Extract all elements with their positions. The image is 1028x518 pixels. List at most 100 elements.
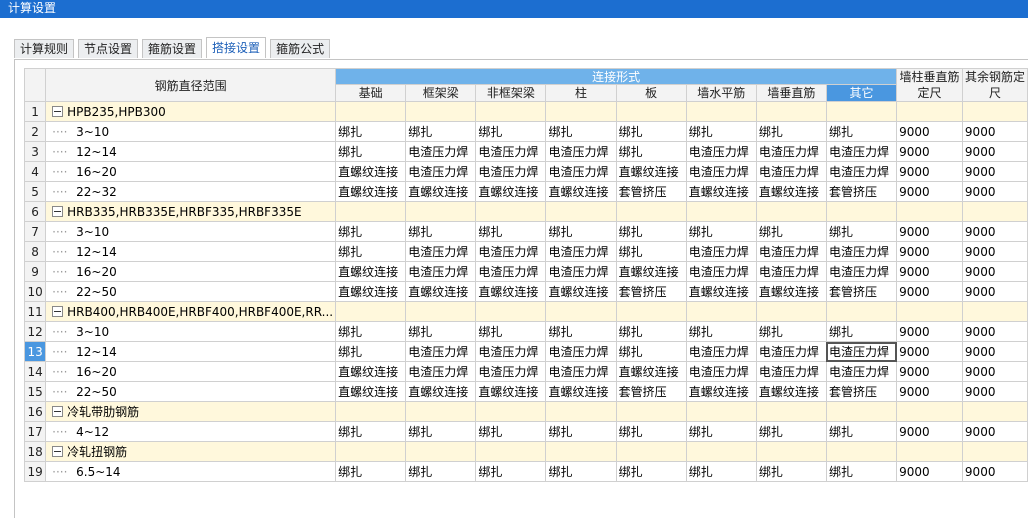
wall-length-cell[interactable]: 9000 xyxy=(896,281,963,302)
wall-length-cell[interactable]: 9000 xyxy=(896,181,963,202)
connection-cell[interactable] xyxy=(825,301,898,322)
connection-cell[interactable] xyxy=(335,301,407,322)
connection-cell[interactable] xyxy=(475,441,547,462)
connection-cell[interactable]: 直螺纹连接 xyxy=(405,381,477,402)
connection-cell[interactable]: 直螺纹连接 xyxy=(615,361,687,382)
table-row[interactable]: 13 ···· 12~14 绑扎 电渣压力焊 电渣压力焊 电渣压力焊 绑扎 电渣压力焊 电渣压力焊… xyxy=(24,341,1028,362)
connection-cell[interactable]: 电渣压力焊 xyxy=(405,241,477,262)
connection-cell[interactable]: 电渣压力焊 xyxy=(685,361,757,382)
connection-cell[interactable]: 绑扎 xyxy=(615,461,687,482)
group-row[interactable]: 1 HPB235,HPB300 xyxy=(24,101,1028,122)
connection-cell[interactable]: 绑扎 xyxy=(615,141,687,162)
connection-cell[interactable]: 绑扎 xyxy=(475,421,547,442)
diameter-range-cell[interactable]: ···· 16~20 xyxy=(45,361,337,382)
header-other-length[interactable]: 其余钢筋定尺 xyxy=(961,68,1028,102)
diameter-range-cell[interactable]: ···· 3~10 xyxy=(45,321,337,342)
connection-cell[interactable]: 电渣压力焊 xyxy=(825,141,898,162)
connection-cell[interactable]: 电渣压力焊 xyxy=(405,141,477,162)
row-number[interactable]: 11 xyxy=(24,301,47,322)
wall-length-cell[interactable]: 9000 xyxy=(896,421,963,442)
connection-cell[interactable]: 绑扎 xyxy=(825,421,898,442)
connection-cell[interactable]: 电渣压力焊 xyxy=(405,161,477,182)
group-row[interactable]: 16 冷轧带肋钢筋 xyxy=(24,401,1028,422)
other-length-cell[interactable] xyxy=(961,441,1028,462)
connection-cell[interactable]: 电渣压力焊 xyxy=(755,361,827,382)
connection-cell[interactable]: 电渣压力焊 xyxy=(475,241,547,262)
connection-cell[interactable]: 电渣压力焊 xyxy=(545,141,617,162)
wall-length-cell[interactable]: 9000 xyxy=(896,361,963,382)
connection-cell[interactable]: 电渣压力焊 xyxy=(545,361,617,382)
connection-cell[interactable] xyxy=(825,401,898,422)
header-wall-column-length[interactable]: 墙柱垂直筋定尺 xyxy=(896,68,963,102)
connection-cell[interactable]: 绑扎 xyxy=(335,341,407,362)
connection-cell[interactable] xyxy=(615,101,687,122)
wall-length-cell[interactable] xyxy=(896,301,963,322)
collapse-icon[interactable] xyxy=(52,446,64,457)
connection-cell[interactable]: 直螺纹连接 xyxy=(615,261,687,282)
connection-cell[interactable] xyxy=(405,441,477,462)
connection-cell[interactable]: 绑扎 xyxy=(825,221,898,242)
connection-cell[interactable] xyxy=(685,301,757,322)
connection-cell[interactable]: 绑扎 xyxy=(335,421,407,442)
connection-cell[interactable]: 直螺纹连接 xyxy=(335,381,407,402)
other-length-cell[interactable] xyxy=(961,101,1028,122)
connection-cell[interactable] xyxy=(545,301,617,322)
connection-cell[interactable]: 电渣压力焊 xyxy=(685,141,757,162)
connection-cell[interactable]: 绑扎 xyxy=(615,321,687,342)
connection-cell[interactable]: 绑扎 xyxy=(475,461,547,482)
other-length-cell[interactable]: 9000 xyxy=(961,121,1028,142)
table-row[interactable]: 8 ···· 12~14 绑扎 电渣压力焊 电渣压力焊 电渣压力焊 绑扎 电渣压力焊 电渣压力焊电… xyxy=(24,241,1028,262)
table-row[interactable]: 14 ···· 16~20 直螺纹连接 电渣压力焊 电渣压力焊 电渣压力焊 直螺纹连接 电渣压力… xyxy=(24,361,1028,382)
other-length-cell[interactable]: 9000 xyxy=(961,261,1028,282)
connection-cell[interactable]: 绑扎 xyxy=(685,421,757,442)
collapse-icon[interactable] xyxy=(52,305,64,317)
connection-cell[interactable] xyxy=(405,401,477,422)
other-length-cell[interactable]: 9000 xyxy=(961,141,1028,162)
row-number[interactable]: 9 xyxy=(24,261,47,282)
wall-length-cell[interactable]: 9000 xyxy=(896,141,963,162)
other-length-cell[interactable]: 9000 xyxy=(961,241,1028,262)
row-number[interactable]: 4 xyxy=(24,161,47,182)
connection-cell[interactable]: 电渣压力焊 xyxy=(545,241,617,262)
grade-group-cell[interactable]: HRB335,HRB335E,HRBF335,HRBF335E xyxy=(45,201,337,222)
row-number[interactable]: 3 xyxy=(24,141,47,162)
table-row[interactable]: 10 ···· 22~50 直螺纹连接 直螺纹连接 直螺纹连接 直螺纹连接 套管挤压 直螺纹连接… xyxy=(24,281,1028,302)
wall-length-cell[interactable]: 9000 xyxy=(896,341,963,362)
connection-cell[interactable] xyxy=(405,301,477,322)
connection-cell[interactable]: 绑扎 xyxy=(475,121,547,142)
connection-cell[interactable]: 电渣压力焊 xyxy=(475,341,547,362)
wall-length-cell[interactable]: 9000 xyxy=(896,261,963,282)
diameter-range-cell[interactable]: ···· 22~50 xyxy=(45,381,337,402)
connection-cell[interactable]: 电渣压力焊 xyxy=(545,341,617,362)
group-row[interactable]: 11 HRB400,HRB400E,HRBF400,HRBF400E,RR... xyxy=(24,301,1028,322)
diameter-range-cell[interactable]: ···· 12~14 xyxy=(45,141,337,162)
connection-cell[interactable]: 电渣压力焊 xyxy=(825,161,898,182)
connection-cell[interactable]: 电渣压力焊 xyxy=(685,161,757,182)
connection-cell[interactable]: 电渣压力焊 xyxy=(755,341,827,362)
connection-cell[interactable]: 直螺纹连接 xyxy=(545,281,617,302)
connection-cell[interactable]: 电渣压力焊 xyxy=(405,261,477,282)
connection-cell[interactable]: 绑扎 xyxy=(755,221,827,242)
wall-length-cell[interactable]: 9000 xyxy=(896,321,963,342)
connection-cell[interactable]: 电渣压力焊 xyxy=(755,241,827,262)
table-row[interactable]: 9 ···· 16~20 直螺纹连接 电渣压力焊 电渣压力焊 电渣压力焊 直螺纹连接 电渣压力焊… xyxy=(24,261,1028,282)
row-number[interactable]: 17 xyxy=(24,421,47,442)
connection-cell[interactable] xyxy=(545,401,617,422)
connection-cell[interactable]: 电渣压力焊 xyxy=(755,141,827,162)
connection-cell[interactable] xyxy=(475,101,547,122)
wall-length-cell[interactable] xyxy=(896,201,963,222)
collapse-icon[interactable] xyxy=(52,406,64,417)
diameter-range-cell[interactable]: ···· 6.5~14 xyxy=(45,461,337,482)
connection-cell[interactable] xyxy=(335,441,407,462)
wall-length-cell[interactable]: 9000 xyxy=(896,121,963,142)
connection-cell[interactable]: 绑扎 xyxy=(405,121,477,142)
connection-cell[interactable]: 直螺纹连接 xyxy=(475,281,547,302)
row-number[interactable]: 6 xyxy=(24,201,47,222)
connection-cell[interactable]: 直螺纹连接 xyxy=(335,161,407,182)
row-number[interactable]: 8 xyxy=(24,241,47,262)
grade-group-cell[interactable]: 冷轧带肋钢筋 xyxy=(45,401,337,422)
connection-cell[interactable]: 绑扎 xyxy=(685,121,757,142)
tab-1[interactable]: 节点设置 xyxy=(78,39,139,58)
connection-cell[interactable] xyxy=(685,201,757,222)
row-number[interactable]: 1 xyxy=(24,101,47,122)
